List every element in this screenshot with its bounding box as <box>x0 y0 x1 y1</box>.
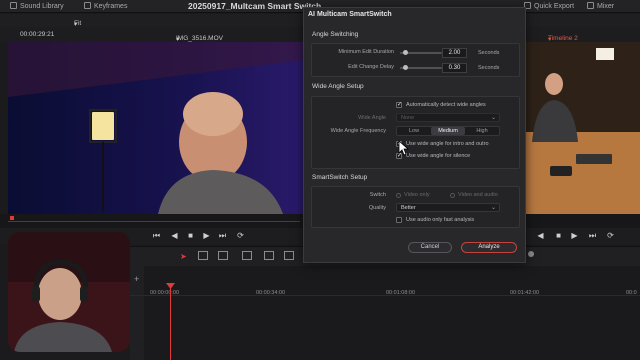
ruler-tick-label: 00:00:00:00 <box>150 290 180 296</box>
edit-change-delay-input[interactable]: 0.30 <box>442 63 467 73</box>
ruler-tick-label: 00:01:08:00 <box>386 290 416 296</box>
source-viewer-header: Fit ▾ <box>0 14 303 28</box>
switch-video-only-label: Video only <box>404 192 430 198</box>
app-window: Sound Library Keyframes 20250917_Multcam… <box>0 0 640 360</box>
frequency-option-low[interactable]: Low <box>397 127 431 135</box>
smartswitch-dialog: AI Multicam SmartSwitch Angle Switching … <box>303 7 526 263</box>
min-edit-duration-slider[interactable] <box>403 50 408 55</box>
quality-select[interactable]: Better ⌄ <box>396 203 500 212</box>
stop-icon[interactable]: ■ <box>186 231 195 240</box>
video-content-image <box>8 42 303 214</box>
switch-video-only-radio[interactable] <box>396 193 401 198</box>
loop-icon[interactable]: ⟳ <box>236 231 245 240</box>
skip-forward-icon[interactable]: ⏭ <box>218 231 227 240</box>
switch-label: Switch <box>369 192 386 198</box>
timeline-playhead[interactable] <box>170 284 171 360</box>
auto-detect-checkbox[interactable]: ✓ <box>396 102 402 108</box>
frequency-option-medium[interactable]: Medium <box>431 127 465 135</box>
mixer-label: Mixer <box>597 3 615 10</box>
trim-tool-icon[interactable] <box>198 251 208 260</box>
program-video-image <box>526 42 640 214</box>
frequency-option-high[interactable]: High <box>465 127 499 135</box>
quality-value: Better <box>401 205 416 211</box>
keyframes-label: Keyframes <box>94 3 128 10</box>
sound-library-button[interactable]: Sound Library <box>10 2 64 10</box>
silence-label: Use wide angle for silence <box>406 153 471 159</box>
audio-only-checkbox[interactable] <box>396 217 402 223</box>
wide-angle-frequency-label: Wide Angle Frequency <box>330 128 386 134</box>
analyze-button[interactable]: Analyze <box>461 242 517 253</box>
chevron-down-icon: ⌄ <box>490 205 496 211</box>
project-title: 20250917_Multcam Smart Switch <box>188 1 322 11</box>
timeline-stop-icon[interactable]: ■ <box>554 231 563 240</box>
mixer-icon <box>587 2 594 9</box>
snapping-icon[interactable] <box>528 251 534 257</box>
scrub-playhead[interactable] <box>10 216 14 220</box>
dialog-title: AI Multicam SmartSwitch <box>308 11 392 18</box>
ruler-tick-label: 00:00:34:00 <box>256 290 286 296</box>
ruler-tick-label: 00:01:42:00 <box>510 290 540 296</box>
min-edit-duration-unit: Seconds <box>478 50 500 56</box>
presenter-image <box>8 232 130 352</box>
blade-tool-icon[interactable] <box>218 251 228 260</box>
audio-only-label: Use audio only fast analysis <box>406 217 475 223</box>
timeline-ruler[interactable]: 00:00:00:00 00:00:34:00 00:01:08:00 00:0… <box>130 280 640 296</box>
timeline-video-frame[interactable] <box>526 42 640 214</box>
overwrite-clip-icon[interactable] <box>264 251 274 260</box>
edit-change-delay-slider[interactable] <box>403 65 408 70</box>
min-edit-duration-input[interactable]: 2.00 <box>442 48 467 58</box>
source-video-frame[interactable] <box>8 42 303 214</box>
mouse-pointer-icon <box>398 140 410 156</box>
scrub-track <box>8 221 300 222</box>
auto-detect-label: Automatically detect wide angles <box>406 102 486 108</box>
switch-video-audio-radio[interactable] <box>450 193 455 198</box>
wide-angle-label: Wide Angle <box>358 115 386 121</box>
min-edit-duration-label: Minimum Edit Duration <box>338 49 394 55</box>
timeline-skip-forward-icon[interactable]: ⏭ <box>588 231 597 240</box>
presenter-camera-overlay <box>8 232 130 352</box>
smartswitch-setup-heading: SmartSwitch Setup <box>312 174 368 181</box>
edit-change-delay-label: Edit Change Delay <box>348 64 394 70</box>
quality-label: Quality <box>368 205 386 211</box>
play-icon[interactable]: ▶ <box>202 231 211 240</box>
wide-angle-setup-panel: ✓ Automatically detect wide angles Wide … <box>311 96 520 169</box>
mixer-button[interactable]: Mixer <box>587 2 614 10</box>
wide-angle-setup-heading: Wide Angle Setup <box>312 83 364 90</box>
wide-angle-frequency-toggle[interactable]: Low Medium High <box>396 126 500 136</box>
intro-outro-label: Use wide angle for intro and outro <box>406 141 489 147</box>
timeline-play-icon[interactable]: ▶ <box>570 231 579 240</box>
skip-back-icon[interactable]: ⏮ <box>152 231 161 240</box>
edit-change-delay-unit: Seconds <box>478 65 500 71</box>
replace-clip-icon[interactable] <box>284 251 294 260</box>
timeline-loop-icon[interactable]: ⟳ <box>606 231 615 240</box>
wide-angle-value: None <box>401 115 415 121</box>
angle-switching-panel: Minimum Edit Duration 2.00 Seconds Edit … <box>311 43 520 77</box>
ruler-tick-label: 00:0 <box>626 290 637 296</box>
clip-name: IMG_3516.MOV <box>176 35 223 42</box>
smartswitch-setup-panel: Switch Video only Video and audio Qualit… <box>311 186 520 228</box>
wide-angle-select[interactable]: None ⌄ <box>396 113 500 122</box>
quick-export-button[interactable]: Quick Export <box>524 2 574 10</box>
timeline-name: Timeline 2 <box>548 35 578 42</box>
angle-switching-heading: Angle Switching <box>312 31 359 38</box>
insert-clip-icon[interactable] <box>242 251 252 260</box>
selection-cursor-icon[interactable]: ➤ <box>180 252 187 261</box>
sound-library-label: Sound Library <box>20 3 64 10</box>
keyframe-icon <box>84 2 91 9</box>
quick-export-label: Quick Export <box>534 3 575 10</box>
music-note-icon <box>10 2 17 9</box>
switch-video-audio-label: Video and audio <box>458 192 498 198</box>
keyframes-button[interactable]: Keyframes <box>84 2 127 10</box>
timeline-viewer-header <box>526 14 640 27</box>
step-back-icon[interactable]: ◀ <box>170 231 179 240</box>
timeline-step-back-icon[interactable]: ◀ <box>536 231 545 240</box>
source-timecode: 00:00:29:21 <box>20 31 55 38</box>
cancel-button[interactable]: Cancel <box>408 242 452 253</box>
chevron-down-icon: ⌄ <box>490 115 496 121</box>
timeline-panel[interactable]: + 00:00:00:00 00:00:34:00 00:01:08:00 00… <box>130 266 640 360</box>
